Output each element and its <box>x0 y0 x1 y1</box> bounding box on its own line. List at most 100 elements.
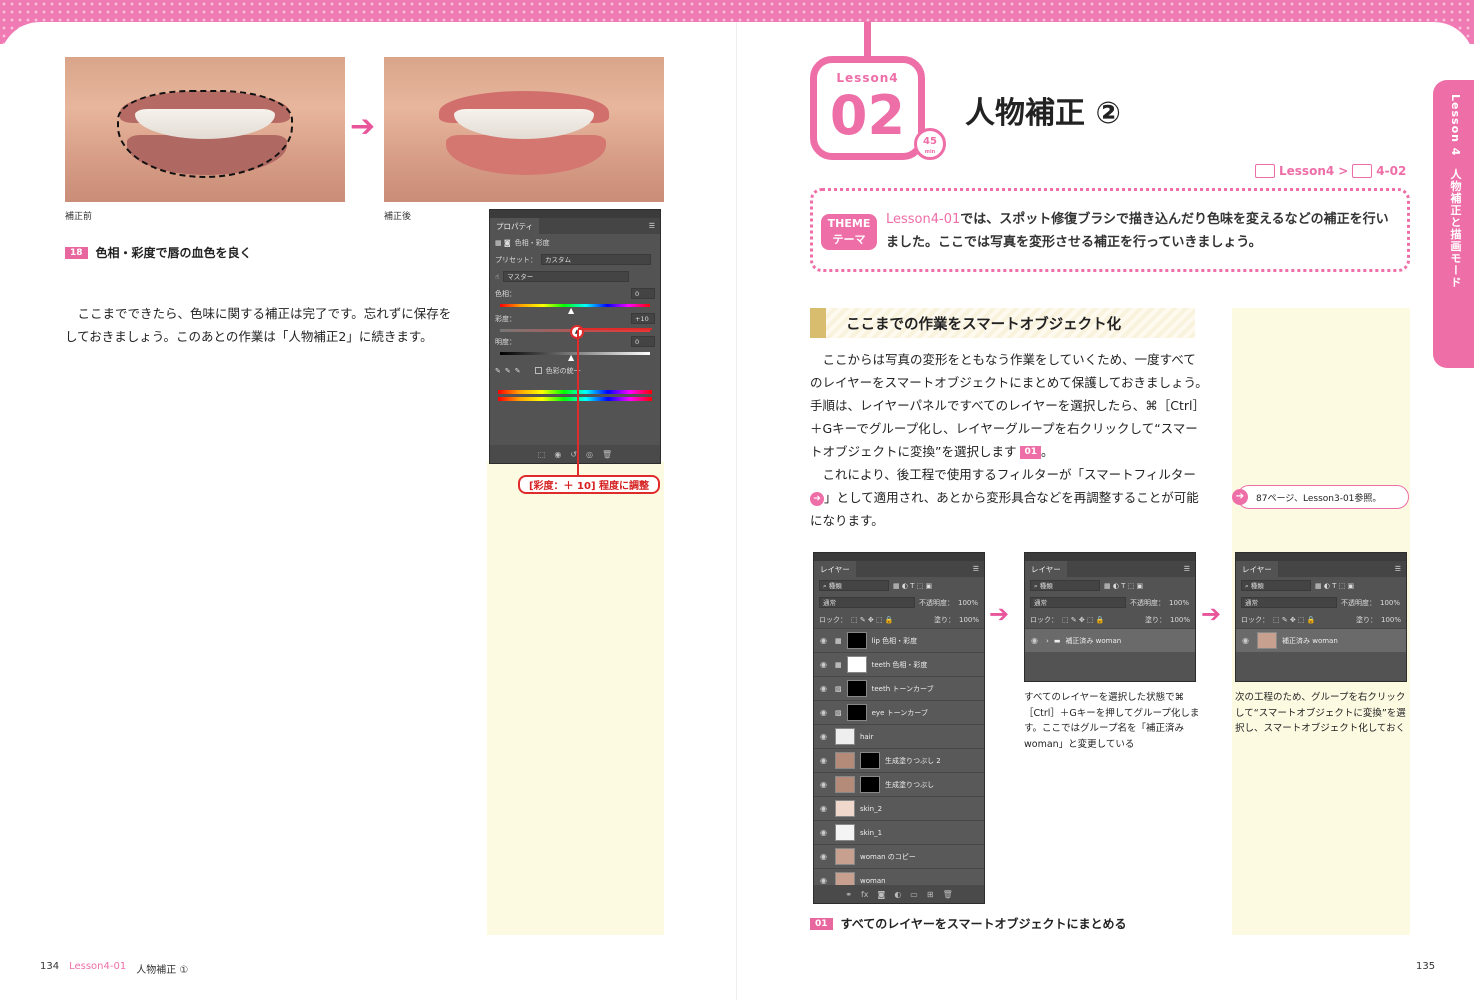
tab-properties[interactable]: プロパティ <box>490 217 540 235</box>
layer-row[interactable]: ◉ ▦ teeth 色相・彩度 <box>814 652 984 676</box>
visibility-icon[interactable]: ◎ <box>586 450 593 459</box>
panel-menu-icon[interactable]: ☰ <box>1395 565 1401 573</box>
layer-row[interactable]: ◉ 生成塗りつぶし <box>814 772 984 796</box>
fill-value[interactable]: 100% <box>959 616 979 624</box>
view-icon[interactable]: ◉ <box>554 450 561 459</box>
smart-object-layer-row[interactable]: ◉ 補正済み woman <box>1236 628 1406 652</box>
clock-minutes: 45 <box>923 136 937 147</box>
layer-row[interactable]: ◉ hair <box>814 724 984 748</box>
badge-stem <box>864 22 871 58</box>
layer-name: lip 色相・彩度 <box>871 636 918 645</box>
eye-icon[interactable]: ◉ <box>820 828 830 837</box>
blend-row: 通常 不透明度： 100% <box>1025 594 1195 611</box>
filter-icons[interactable]: ▦ ◐ T ⬚ ▣ <box>1104 582 1143 590</box>
opacity-value[interactable]: 100% <box>958 599 978 607</box>
clip-icon[interactable]: ⬚ <box>538 450 546 459</box>
eye-icon[interactable]: ◉ <box>820 660 830 669</box>
callout-leader-vertical <box>577 330 579 475</box>
lock-icons[interactable]: ⬚ ✎ ✥ ⬚ 🔒 <box>1062 616 1105 624</box>
eye-icon[interactable]: ◉ <box>820 684 830 693</box>
kind-filter-select[interactable]: ⌕ 種類 <box>819 580 889 591</box>
eye-icon[interactable]: ◉ <box>1242 636 1252 645</box>
group-layer-row[interactable]: ◉ › ▬ 補正済み woman <box>1025 628 1195 652</box>
breadcrumb-lesson: Lesson4 <box>1279 164 1335 178</box>
hue-value-field[interactable]: 0 <box>631 288 655 299</box>
eye-icon[interactable]: ◉ <box>1031 636 1041 645</box>
blend-mode-select[interactable]: 通常 <box>819 597 915 608</box>
chevron-right-icon[interactable]: › <box>1046 637 1049 645</box>
layer-name: skin_1 <box>860 828 883 837</box>
link-icon[interactable]: ⚭ <box>845 890 852 899</box>
opacity-value[interactable]: 100% <box>1380 599 1400 607</box>
eyedropper-icon[interactable]: ✎ <box>495 367 501 375</box>
preset-select[interactable]: カスタム <box>541 254 651 265</box>
page-gutter <box>736 22 737 1000</box>
eye-icon[interactable]: ◉ <box>820 756 830 765</box>
blend-mode-select[interactable]: 通常 <box>1030 597 1126 608</box>
layer-row[interactable]: ◉ skin_1 <box>814 820 984 844</box>
eye-icon[interactable]: ◉ <box>820 636 830 645</box>
eye-icon[interactable]: ◉ <box>820 804 830 813</box>
panel-menu-icon[interactable]: ☰ <box>973 565 979 573</box>
mask-icon[interactable]: ◙ <box>878 890 886 899</box>
layer-row[interactable]: ◉ ▨ teeth トーンカーブ <box>814 676 984 700</box>
layer-row[interactable]: ◉ 生成塗りつぶし 2 <box>814 748 984 772</box>
channel-select[interactable]: マスター <box>503 271 630 282</box>
body-line: しておきましょう。このあとの作業は「人物補正2」に続きます。 <box>65 329 433 344</box>
layers-panel-all: レイヤー ☰ ⌕ 種類 ▦ ◐ T ⬚ ▣ 通常 不透明度： 100% ロック：… <box>813 552 985 904</box>
eye-icon[interactable]: ◉ <box>820 708 830 717</box>
fill-value[interactable]: 100% <box>1170 616 1190 624</box>
kind-filter-select[interactable]: ⌕ 種類 <box>1241 580 1311 591</box>
lightness-slider[interactable] <box>500 352 650 355</box>
eyedropper-minus-icon[interactable]: ✎ <box>515 367 521 375</box>
lightness-slider-handle[interactable]: ▲ <box>568 353 574 362</box>
body-line-text: トオブジェクトに変換”を選択します <box>810 444 1017 459</box>
eye-icon[interactable]: ◉ <box>820 780 830 789</box>
tab-layers[interactable]: レイヤー <box>814 560 856 578</box>
panel-menu-icon[interactable]: ☰ <box>1184 565 1190 573</box>
eye-icon[interactable]: ◉ <box>820 876 830 885</box>
layer-thumbnail <box>835 752 855 769</box>
layer-row[interactable]: ◉ ▨ eye トーンカーブ <box>814 700 984 724</box>
adjustment-layer-icon[interactable]: ◐ <box>894 890 901 899</box>
fill-value[interactable]: 100% <box>1381 616 1401 624</box>
kind-filter-select[interactable]: ⌕ 種類 <box>1030 580 1100 591</box>
hand-tool-icon[interactable]: ☝ <box>495 273 499 281</box>
hue-slider[interactable] <box>500 304 650 307</box>
eye-icon[interactable]: ◉ <box>820 852 830 861</box>
new-layer-icon[interactable]: ⊞ <box>927 890 934 899</box>
fx-icon[interactable]: fx <box>861 890 869 899</box>
filter-icons[interactable]: ▦ ◐ T ⬚ ▣ <box>1315 582 1354 590</box>
panel-menu-icon[interactable]: ☰ <box>649 222 655 230</box>
caption-line: woman」と変更している <box>1024 738 1135 750</box>
eyedropper-row: ✎ ✎ ✎ 色彩の統一 <box>490 362 660 379</box>
folder-icon[interactable]: ▭ <box>910 890 918 899</box>
trash-icon[interactable]: 🗑 <box>943 890 953 899</box>
eye-icon[interactable]: ◉ <box>820 732 830 741</box>
body-line: ここからは写真の変形をともなう作業をしていくため、一度すべて <box>810 352 1196 367</box>
lightness-value-field[interactable]: 0 <box>631 336 655 347</box>
layer-row[interactable]: ◉ woman のコピー <box>814 844 984 868</box>
body-line: ここまでできたら、色味に関する補正は完了です。忘れずに保存を <box>65 306 452 321</box>
tab-layers[interactable]: レイヤー <box>1236 560 1278 578</box>
layer-row[interactable]: ◉ ▦ lip 色相・彩度 <box>814 628 984 652</box>
lock-icons[interactable]: ⬚ ✎ ✥ ⬚ 🔒 <box>851 616 894 624</box>
colorize-checkbox[interactable] <box>534 367 542 374</box>
section-title: ここまでの作業をスマートオブジェクト化 <box>846 316 1122 333</box>
body-line: ＋Gキーでグループ化し、レイヤーグループを右クリックして“スマー <box>810 421 1198 436</box>
layer-thumbnail <box>835 728 855 745</box>
hue-slider-handle[interactable]: ▲ <box>568 306 574 315</box>
lock-icons[interactable]: ⬚ ✎ ✥ ⬚ 🔒 <box>1273 616 1316 624</box>
caption-line: 択し、スマートオブジェクト化しておく <box>1235 723 1406 734</box>
opacity-value[interactable]: 100% <box>1169 599 1189 607</box>
blend-mode-select[interactable]: 通常 <box>1241 597 1337 608</box>
filter-icons[interactable]: ▦ ◐ T ⬚ ▣ <box>893 582 932 590</box>
saturation-value-field[interactable]: +10 <box>631 313 655 324</box>
hue-label: 色相： <box>495 289 516 298</box>
tab-layers[interactable]: レイヤー <box>1025 560 1067 578</box>
eyedropper-plus-icon[interactable]: ✎ <box>505 367 511 375</box>
layer-row[interactable]: ◉ skin_2 <box>814 796 984 820</box>
trash-icon[interactable]: 🗑 <box>602 450 612 459</box>
layer-list: ◉ ▦ lip 色相・彩度 ◉ ▦ teeth 色相・彩度 ◉ ▨ teeth トーンカーブ… <box>814 628 984 892</box>
layer-mask <box>846 656 867 673</box>
